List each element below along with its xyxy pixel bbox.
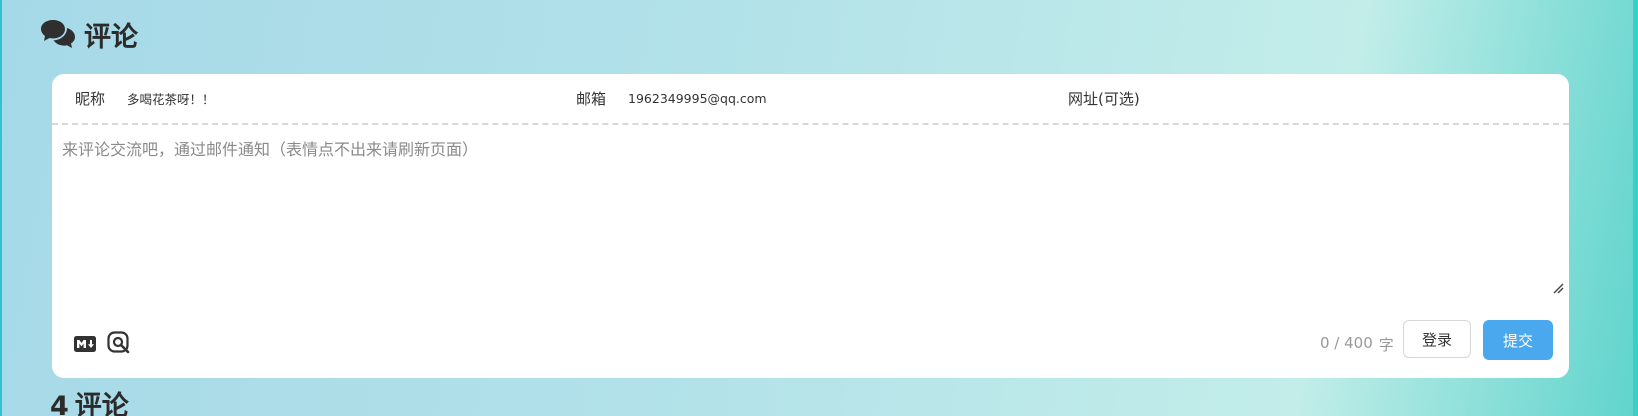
comments-count: 4 [50,391,69,416]
nickname-label: 昵称 [75,90,106,108]
comment-meta-row: 昵称 邮箱 网址(可选) [52,74,1569,125]
email-label: 邮箱 [576,90,607,108]
comment-form: 昵称 邮箱 网址(可选) 0 / 400 字 登录 [52,74,1569,378]
email-input[interactable] [628,88,1009,109]
website-group: 网址(可选) [1068,74,1562,123]
login-button[interactable]: 登录 [1403,320,1471,358]
website-input[interactable] [1161,88,1562,109]
markdown-icon[interactable] [74,336,96,352]
section-title: 评论 [84,21,138,53]
word-count-value: 0 / 400 [1320,334,1373,352]
nickname-group: 昵称 [75,74,508,123]
website-label: 网址(可选) [1068,90,1140,108]
page-right-edge [1633,0,1638,416]
page-left-edge [0,0,2,416]
nickname-input[interactable] [127,88,508,109]
comment-editor[interactable] [62,136,1557,296]
preview-icon[interactable] [107,331,132,356]
comments-count-label: 评论 [74,391,129,416]
submit-button[interactable]: 提交 [1483,320,1553,360]
comments-icon [41,20,75,48]
word-count-unit: 字 [1378,336,1394,354]
comments-heading: 评论 [40,14,138,54]
email-group: 邮箱 [576,74,1009,123]
comment-toolbar: 0 / 400 字 登录 提交 [52,320,1569,368]
word-counter: 0 / 400 字 [1320,334,1394,355]
comments-count-heading: 4 评论 [50,393,129,416]
resize-handle-icon[interactable] [1552,282,1564,294]
